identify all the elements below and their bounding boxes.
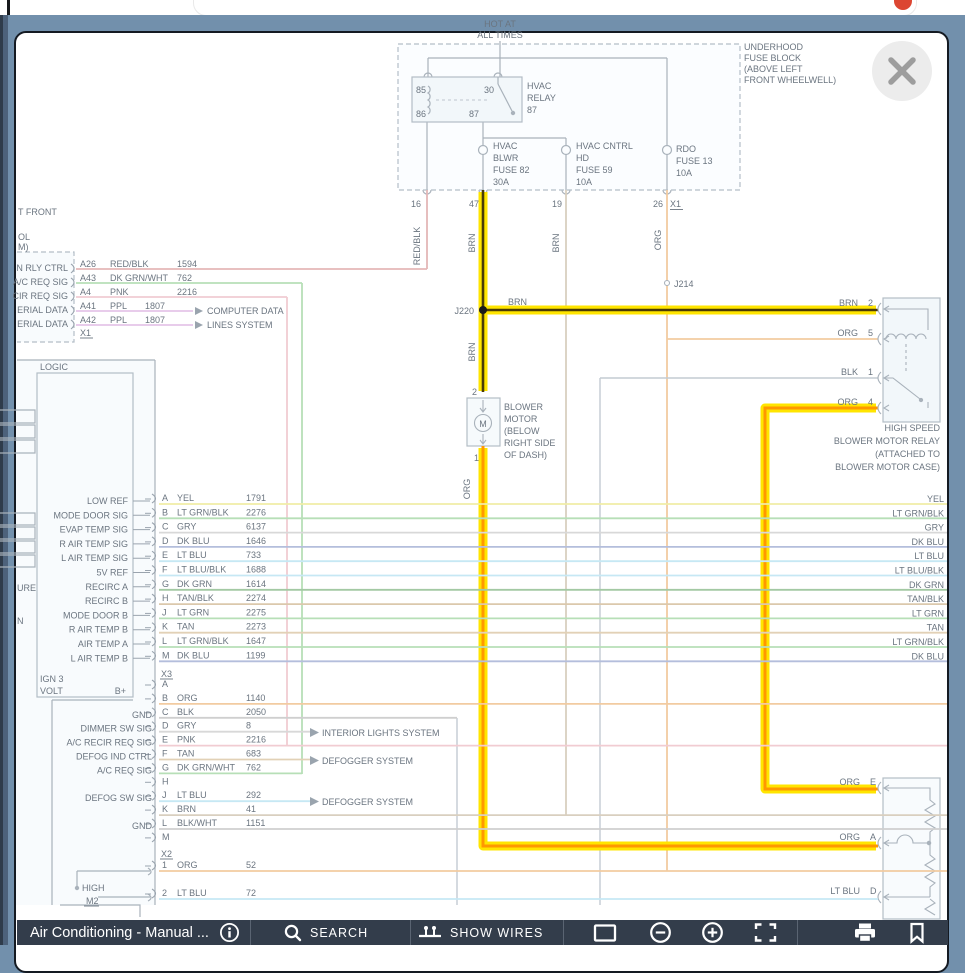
show-wires-button[interactable]: SHOW WIRES (418, 920, 543, 945)
bookmark-icon (908, 922, 926, 944)
page-edge-shadow-2 (3, 15, 8, 945)
toolbar-separator (410, 920, 411, 945)
info-icon (219, 922, 240, 943)
zoom-in-icon (701, 921, 724, 944)
close-icon (872, 41, 932, 101)
toolbar-separator (250, 920, 251, 945)
zoom-out-icon (649, 921, 672, 944)
zoom-out-button[interactable] (649, 920, 672, 945)
diagram-title-group: Air Conditioning - Manual ... (30, 920, 209, 945)
browser-topbar (0, 0, 965, 15)
close-button[interactable] (872, 41, 932, 101)
show-wires-icon (418, 924, 442, 942)
print-icon (853, 922, 877, 943)
fit-screen-icon (754, 922, 777, 943)
bottom-toolbar: Air Conditioning - Manual ... SEARCH SHO… (17, 920, 948, 945)
selection-box-icon (593, 923, 617, 943)
toolbar-separator (563, 920, 564, 945)
fit-screen-button[interactable] (754, 920, 777, 945)
bookmark-button[interactable] (908, 920, 926, 945)
search-icon (284, 924, 302, 942)
address-pill[interactable] (193, 0, 917, 15)
diagram-modal (14, 31, 949, 973)
topbar-tick (7, 0, 10, 15)
diagram-title: Air Conditioning - Manual ... (30, 925, 209, 941)
search-button[interactable]: SEARCH (284, 920, 368, 945)
print-button[interactable] (853, 920, 877, 945)
zoom-in-button[interactable] (701, 920, 724, 945)
search-label: SEARCH (310, 926, 368, 940)
show-wires-label: SHOW WIRES (450, 926, 543, 940)
info-button[interactable] (219, 920, 240, 945)
selection-box-button[interactable] (593, 920, 617, 945)
toolbar-separator (797, 920, 798, 945)
